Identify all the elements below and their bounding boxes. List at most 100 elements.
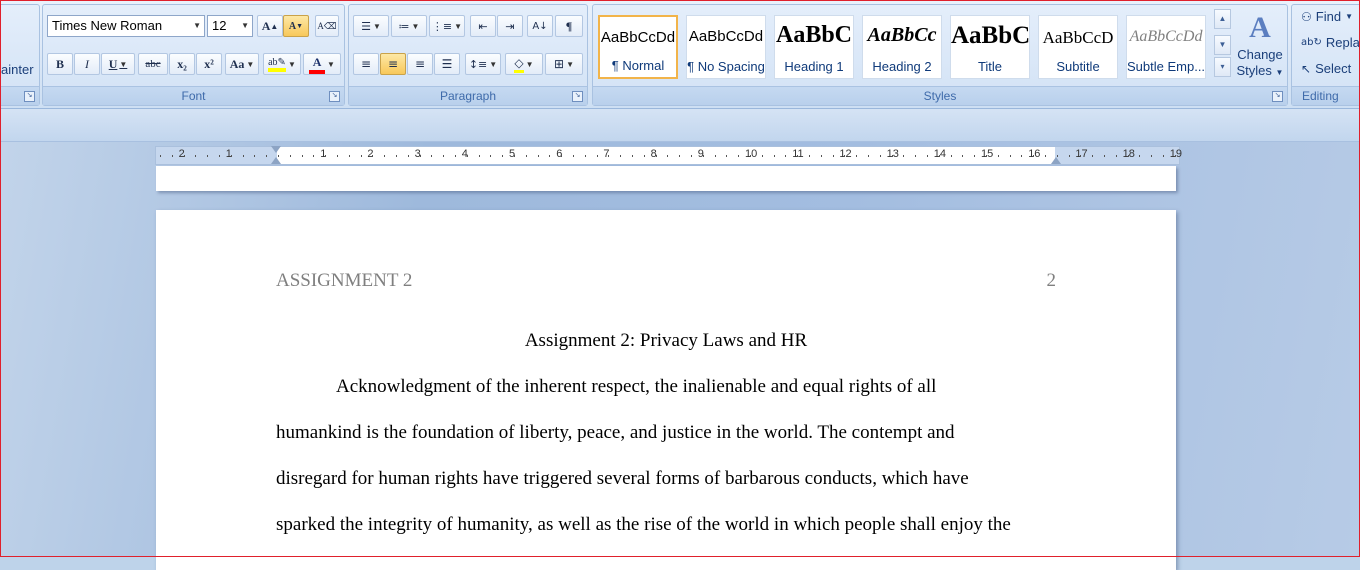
- ruler-tick: [856, 155, 858, 157]
- paragraph-group-label: Paragraph: [349, 86, 587, 105]
- ruler-number: 3: [414, 148, 421, 160]
- justify-button[interactable]: ☰: [434, 53, 460, 75]
- styles-group: AaBbCcDd ¶ Normal AaBbCcDd ¶ No Spacing …: [592, 4, 1288, 106]
- line-spacing-button[interactable]: ↕≡ ▼: [465, 53, 501, 75]
- sort-icon: A↓: [532, 20, 548, 32]
- find-button[interactable]: ⚇ Find ▼: [1301, 9, 1353, 24]
- ruler-tick: [419, 155, 421, 157]
- ruler-tick: [1080, 155, 1082, 157]
- style-subtle-emphasis-label: Subtle Emp...: [1127, 59, 1205, 74]
- ruler-number: 19: [1169, 148, 1183, 160]
- style-heading-1[interactable]: AaBbC Heading 1: [774, 15, 854, 79]
- subscript-button[interactable]: x₂: [169, 53, 195, 75]
- ruler-tick: [490, 155, 492, 157]
- font-size-dropdown-icon[interactable]: ▼: [241, 16, 249, 36]
- font-size-combo[interactable]: 12 ▼: [207, 15, 253, 37]
- bold-icon: B: [55, 56, 64, 71]
- previous-page-bottom: [156, 166, 1176, 191]
- font-name-dropdown-icon[interactable]: ▼: [193, 16, 201, 36]
- grow-font-button[interactable]: A ▲: [257, 15, 283, 37]
- gallery-scroll-down-icon[interactable]: ▼: [1214, 35, 1231, 55]
- ruler-tick: [1009, 155, 1011, 157]
- clipboard-group: ainter ↘: [0, 4, 40, 106]
- shading-button[interactable]: ◇ ▼: [505, 53, 543, 75]
- ruler-tick: [667, 155, 669, 157]
- ruler-tick: [596, 155, 598, 157]
- bold-button[interactable]: B: [47, 53, 73, 75]
- strikethrough-button[interactable]: abc: [138, 53, 168, 75]
- increase-indent-icon: ⇥: [505, 19, 515, 33]
- ruler-tick: [974, 155, 976, 157]
- ruler-number: 9: [697, 148, 704, 160]
- clear-formatting-button[interactable]: A⌫: [315, 15, 339, 37]
- change-case-button[interactable]: Aa ▼: [225, 53, 259, 75]
- page-header-title: ASSIGNMENT 2: [276, 270, 413, 291]
- paragraph-launcher-icon[interactable]: ↘: [572, 91, 583, 102]
- ruler-number: 7: [603, 148, 610, 160]
- ruler-tick: [691, 155, 692, 157]
- style-heading-2[interactable]: AaBbCc Heading 2: [862, 15, 942, 79]
- align-left-button[interactable]: ≡: [353, 53, 379, 75]
- ruler-tick: [1092, 155, 1094, 157]
- styles-launcher-icon[interactable]: ↘: [1272, 91, 1283, 102]
- sort-button[interactable]: A↓: [527, 15, 553, 37]
- change-styles-icon: A: [1249, 11, 1271, 44]
- first-line-indent-marker[interactable]: [271, 146, 281, 153]
- underline-button[interactable]: U ▼: [101, 53, 135, 75]
- highlighter-icon: ab✎: [268, 57, 287, 72]
- right-indent-marker[interactable]: [1051, 157, 1061, 164]
- ruler-tick: [785, 155, 787, 157]
- ruler-number: 1: [320, 148, 327, 160]
- gallery-more-icon[interactable]: ▾: [1214, 57, 1231, 77]
- ribbon-bottom-band: [0, 109, 1360, 142]
- ruler-tick: [289, 155, 291, 157]
- horizontal-ruler[interactable]: 2 1 1 2 3 4 5 6 7 8 9 10 11 12 13 14 15 16 17 18 19: [155, 146, 1183, 165]
- decrease-indent-button[interactable]: ⇤: [470, 15, 496, 37]
- ruler-tick: [478, 155, 480, 157]
- bullets-button[interactable]: ☰ ▼: [353, 15, 389, 37]
- style-title[interactable]: AaBbC Title: [950, 15, 1030, 79]
- ruler-tick: [1151, 155, 1153, 157]
- replace-button[interactable]: ab↻ Replac: [1301, 35, 1360, 50]
- ruler-number: 10: [745, 148, 758, 160]
- align-right-button[interactable]: ≡: [407, 53, 433, 75]
- find-label: Find: [1315, 9, 1342, 24]
- multilevel-list-button[interactable]: ⋮≡ ▼: [429, 15, 465, 37]
- style-no-spacing[interactable]: AaBbCcDd ¶ No Spacing: [686, 15, 766, 79]
- ruler-tick: [1163, 155, 1164, 157]
- align-center-button[interactable]: ≡: [380, 53, 406, 75]
- ruler-tick: [950, 155, 952, 157]
- document-title: Assignment 2: Privacy Laws and HR: [524, 330, 808, 351]
- ruler-tick: [573, 155, 574, 157]
- subscript-icon: x₂: [177, 56, 187, 71]
- shrink-font-button[interactable]: A ▼: [283, 15, 309, 37]
- format-painter-button[interactable]: ainter: [1, 62, 34, 77]
- hanging-indent-marker[interactable]: [271, 157, 281, 164]
- style-subtle-emphasis[interactable]: AaBbCcDd Subtle Emp...: [1126, 15, 1206, 79]
- change-styles-button[interactable]: A Change Styles ▼: [1235, 9, 1285, 87]
- font-launcher-icon[interactable]: ↘: [329, 91, 340, 102]
- gallery-scroll-up-icon[interactable]: ▲: [1214, 9, 1231, 29]
- ruler-number: 15: [981, 148, 994, 160]
- select-button[interactable]: ↖ Select: [1301, 61, 1351, 76]
- ruler-number: 6: [556, 148, 563, 160]
- font-name-combo[interactable]: Times New Roman ▼: [47, 15, 205, 37]
- text-highlight-button[interactable]: ab✎ ▼: [263, 53, 301, 75]
- align-right-icon: ≡: [414, 57, 426, 71]
- ruler-number: 12: [839, 148, 852, 160]
- ruler-tick: [443, 155, 445, 157]
- italic-button[interactable]: I: [74, 53, 100, 75]
- show-marks-button[interactable]: ¶: [555, 15, 583, 37]
- increase-indent-button[interactable]: ⇥: [497, 15, 523, 37]
- style-subtitle[interactable]: AaBbCcD Subtitle: [1038, 15, 1118, 79]
- clipboard-launcher-icon[interactable]: ↘: [24, 91, 35, 102]
- binoculars-icon: ⚇: [1301, 9, 1312, 24]
- font-color-button[interactable]: A ▼: [303, 53, 341, 75]
- numbering-button[interactable]: ≔ ▼: [391, 15, 427, 37]
- borders-button[interactable]: ⊞ ▼: [545, 53, 583, 75]
- style-normal[interactable]: AaBbCcDd ¶ Normal: [598, 15, 678, 79]
- document-page[interactable]: ASSIGNMENT 2 2 Assignment 2: Privacy Law…: [156, 210, 1176, 570]
- superscript-button[interactable]: x²: [196, 53, 222, 75]
- ruler-tick: [1115, 155, 1117, 157]
- font-group-label: Font: [43, 86, 344, 105]
